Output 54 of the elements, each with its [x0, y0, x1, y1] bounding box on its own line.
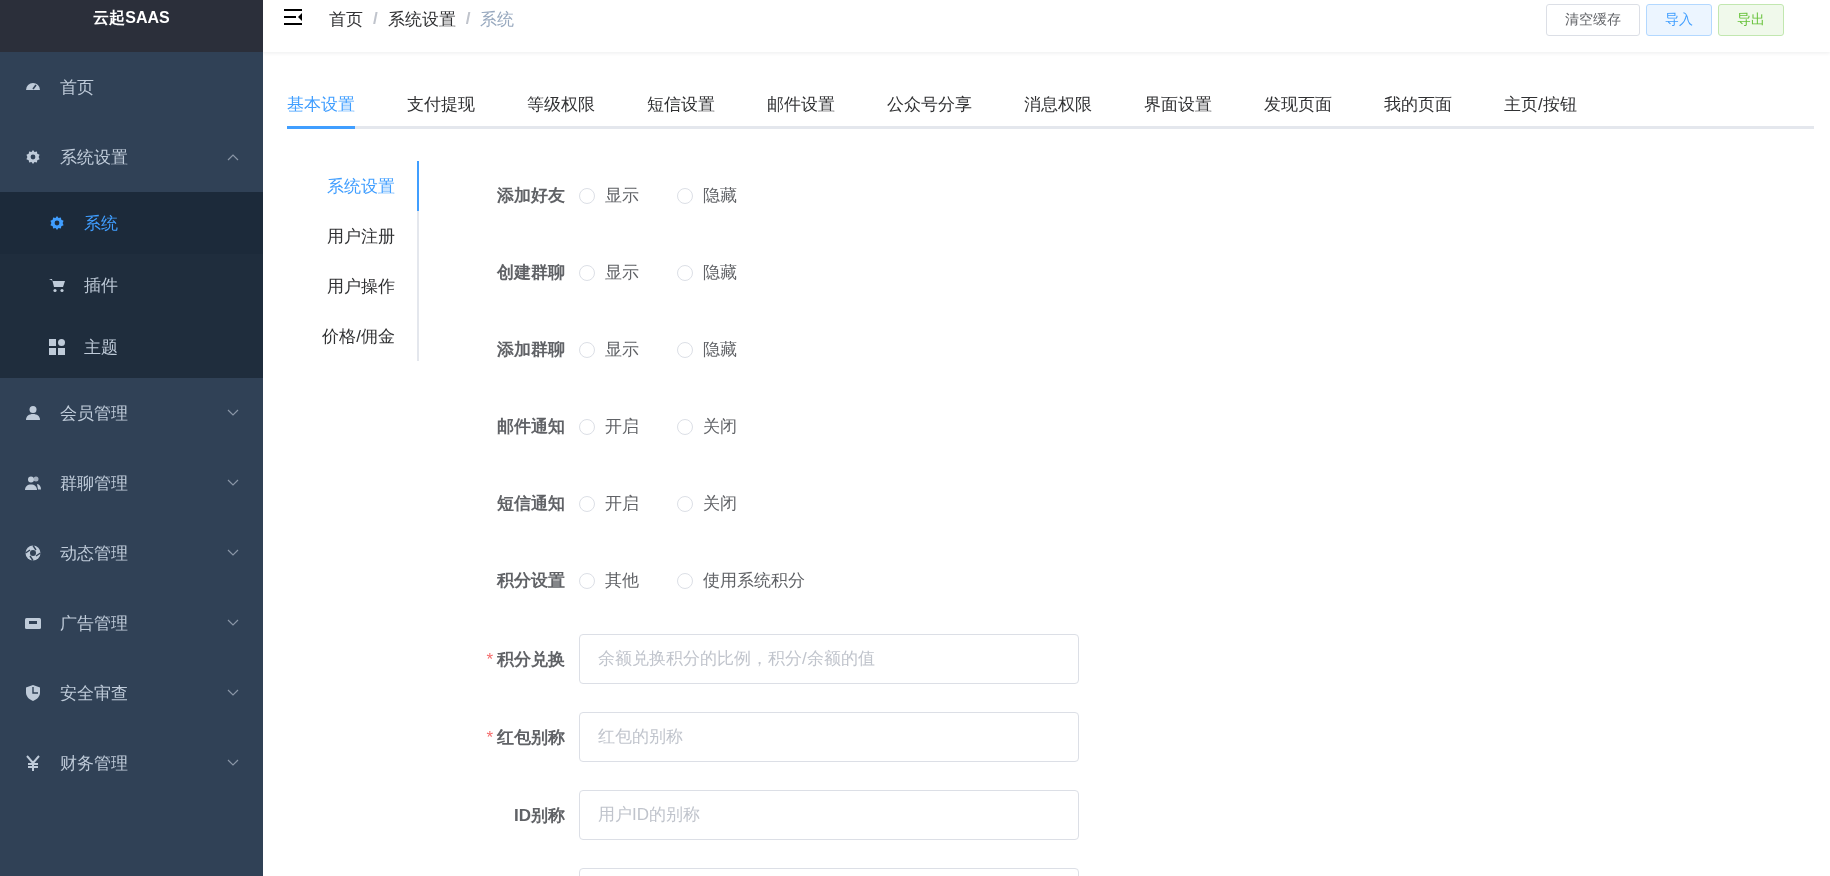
tab[interactable]: 支付提现	[407, 82, 475, 126]
required-mark: *	[486, 727, 493, 747]
field-label: 积分设置	[495, 570, 566, 592]
breadcrumb-separator: /	[465, 9, 471, 29]
tab[interactable]: 消息权限	[1024, 82, 1092, 126]
breadcrumb-item[interactable]: 首页	[329, 7, 363, 31]
field-label: 添加好友	[496, 185, 566, 207]
side-tab[interactable]: 价格/佣金	[287, 311, 419, 361]
menu-item[interactable]: 系统设置	[0, 122, 263, 192]
tab[interactable]: 公众号分享	[887, 82, 972, 126]
menu-item[interactable]: 首页	[0, 52, 263, 122]
field-label: 邮件通知	[496, 416, 566, 438]
field-label: 红包别称	[497, 727, 565, 747]
menu-item[interactable]: 安全审查	[0, 658, 263, 728]
tab[interactable]: 界面设置	[1144, 82, 1212, 126]
radio-label[interactable]: 使用系统积分	[703, 569, 805, 592]
radio-label[interactable]: 显示	[605, 184, 639, 207]
field-label: ID别称	[514, 805, 565, 825]
required-mark: *	[486, 649, 493, 669]
tab[interactable]: 短信设置	[647, 82, 715, 126]
field-label: 添加群聊	[496, 339, 566, 361]
field-label: 积分兑换	[497, 649, 565, 669]
radio-label[interactable]: 关闭	[703, 492, 737, 515]
field-label: 短信通知	[496, 493, 566, 515]
radio-label[interactable]: 隐藏	[703, 184, 737, 207]
menu-item[interactable]: 动态管理	[0, 518, 263, 588]
logo-text: 云起SAAS	[93, 8, 170, 28]
breadcrumb-item: 系统	[480, 8, 515, 31]
radio-label[interactable]: 其他	[605, 569, 639, 592]
breadcrumb-separator: /	[373, 9, 378, 29]
radio-label[interactable]: 开启	[605, 415, 639, 438]
tab[interactable]: 主页/按钮	[1504, 82, 1577, 126]
radio-label[interactable]: 关闭	[703, 415, 737, 438]
menu-item[interactable]: 群聊管理	[0, 448, 263, 518]
menu-item[interactable]: 会员管理	[0, 378, 263, 448]
text-input[interactable]: 用户ID的别称	[579, 790, 1079, 840]
text-input[interactable]: 余额兑换积分的比例，积分/余额的值	[579, 634, 1079, 684]
header-button[interactable]: 清空缓存	[1546, 4, 1640, 36]
tab[interactable]: 我的页面	[1384, 82, 1452, 126]
field-label: 创建群聊	[496, 262, 566, 284]
radio-label[interactable]: 隐藏	[703, 338, 737, 361]
text-input[interactable]: 红包的别称	[579, 712, 1079, 762]
radio-label[interactable]: 显示	[605, 338, 639, 361]
breadcrumb-item[interactable]: 系统设置	[387, 7, 456, 31]
radio-label[interactable]: 开启	[605, 492, 639, 515]
side-tab[interactable]: 用户操作	[287, 261, 419, 311]
radio-label[interactable]: 显示	[605, 261, 639, 284]
radio-label[interactable]: 隐藏	[703, 261, 737, 284]
side-tab[interactable]: 用户注册	[287, 211, 419, 261]
menu-item[interactable]: 财务管理	[0, 728, 263, 798]
tab[interactable]: 等级权限	[527, 82, 595, 126]
tab[interactable]: 发现页面	[1264, 82, 1332, 126]
menu-item[interactable]: 广告管理	[0, 588, 263, 658]
tab[interactable]: 邮件设置	[767, 82, 835, 126]
